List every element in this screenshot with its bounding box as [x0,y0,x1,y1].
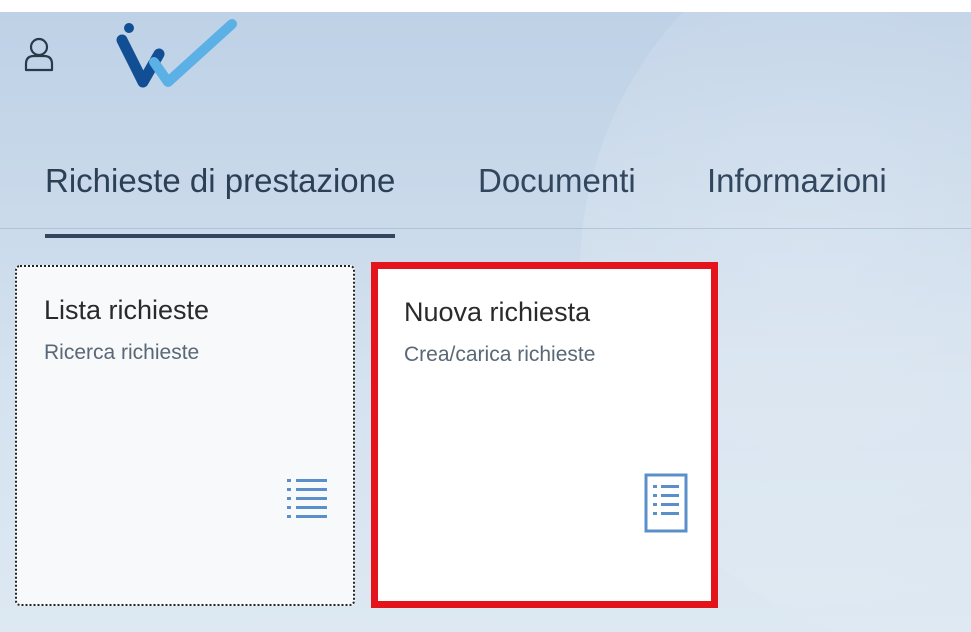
tile-lista-richieste[interactable]: Lista richieste Ricerca richieste [15,265,355,606]
tab-informazioni[interactable]: Informazioni [707,152,887,238]
tile-nuova-richiesta[interactable]: Nuova richiesta Crea/carica richieste [371,262,718,608]
tile-subtitle: Ricerca richieste [44,341,200,364]
tab-label: Informazioni [707,162,887,199]
tab-bar-divider [0,228,971,229]
tile-subtitle: Crea/carica richieste [404,343,596,366]
list-icon [285,477,329,525]
document-icon [643,472,689,534]
tab-richieste-di-prestazione[interactable]: Richieste di prestazione [45,152,396,238]
brand-logo[interactable] [112,16,244,98]
user-icon[interactable] [22,36,56,72]
tab-label: Documenti [478,162,636,199]
tab-documenti[interactable]: Documenti [478,152,636,238]
tile-title: Nuova richiesta [404,297,591,327]
tab-label: Richieste di prestazione [45,162,396,199]
tile-title: Lista richieste [44,295,210,325]
